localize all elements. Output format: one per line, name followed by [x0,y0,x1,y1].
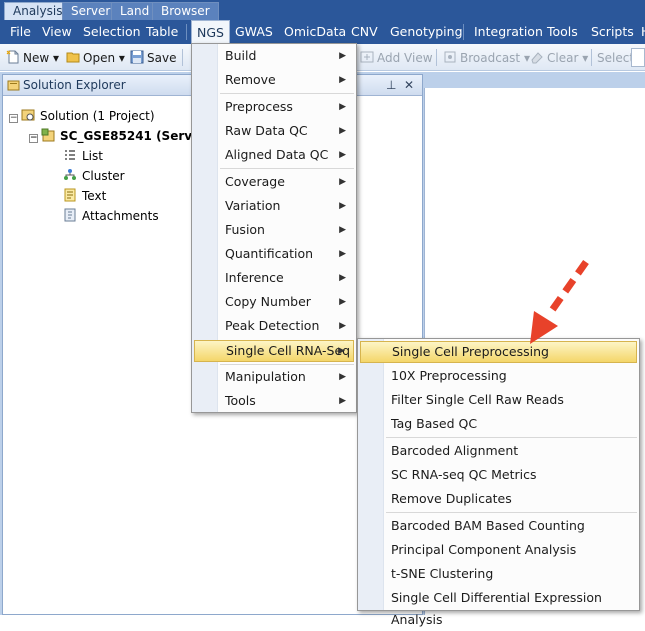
annotation-arrow-icon [530,259,589,344]
